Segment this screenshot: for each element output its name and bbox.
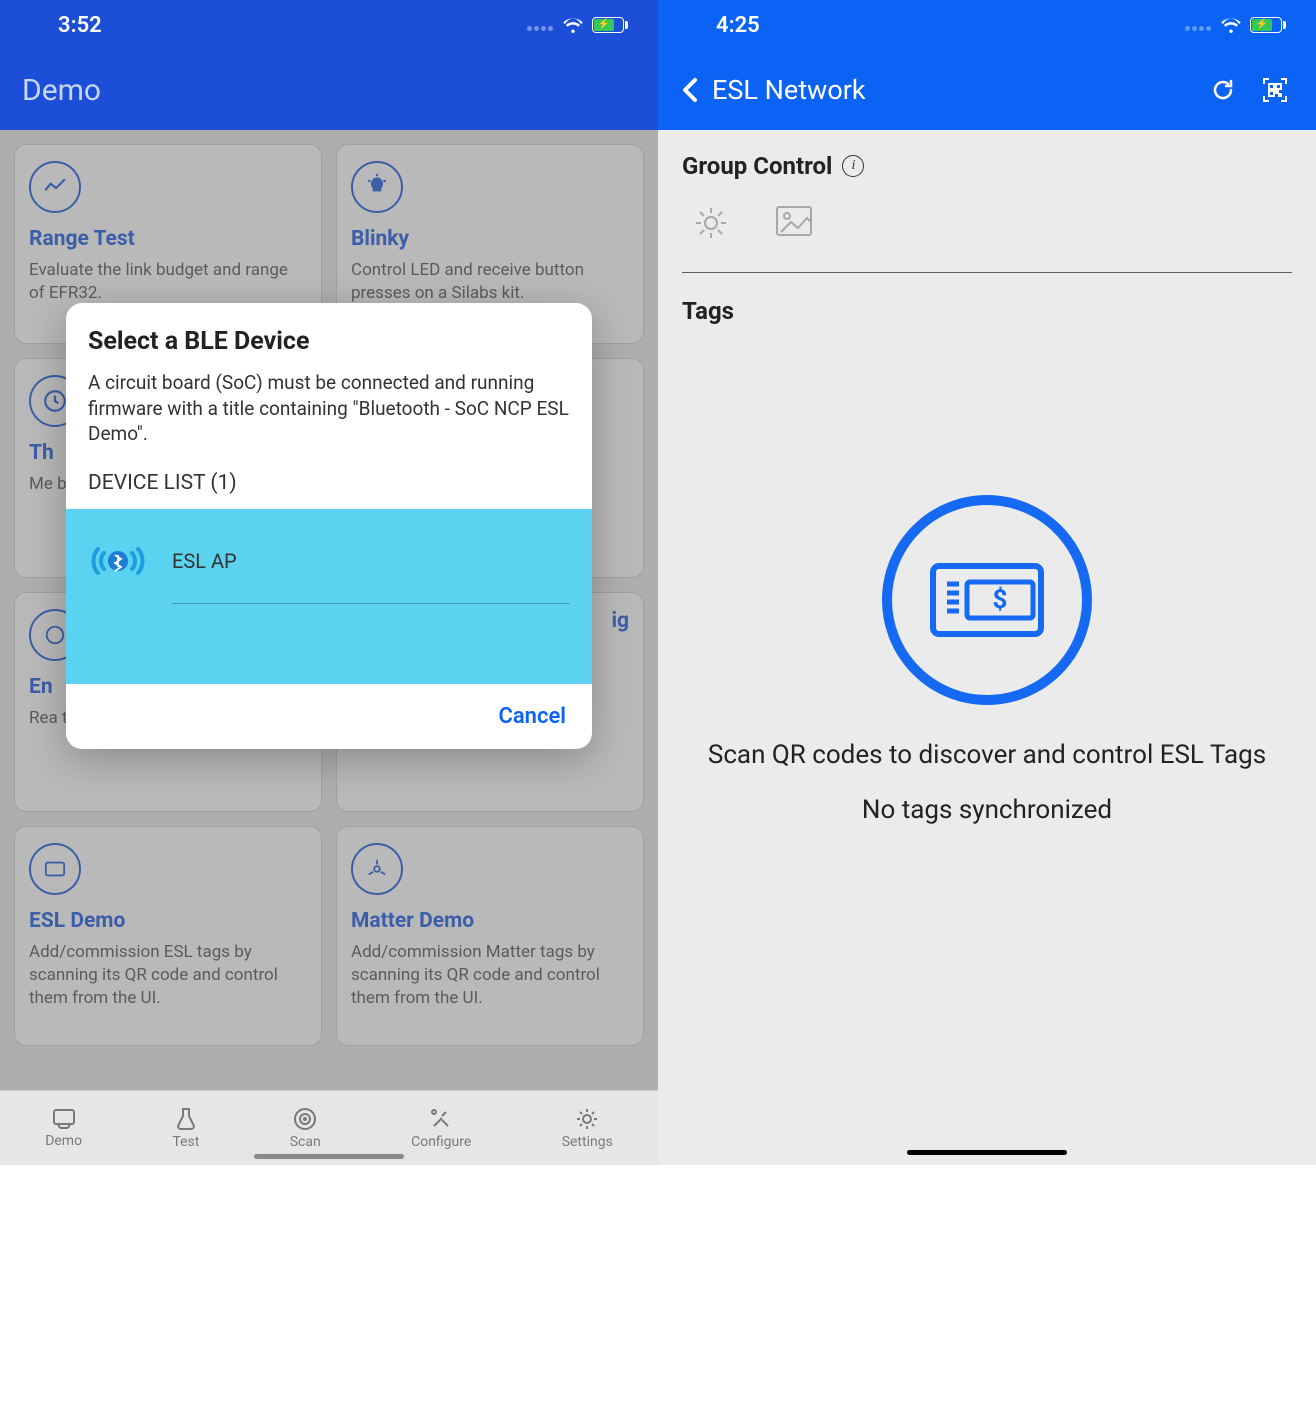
- refresh-button[interactable]: [1206, 73, 1240, 107]
- page-title: Demo: [22, 73, 101, 108]
- home-indicator: [254, 1154, 404, 1159]
- section-divider: [682, 272, 1292, 273]
- bluetooth-broadcast-icon: [88, 539, 148, 583]
- right-header: 4:25 ⚡ ESL Network: [658, 0, 1316, 130]
- device-row[interactable]: ESL AP: [66, 519, 592, 603]
- tab-label: Demo: [45, 1133, 82, 1149]
- tab-demo[interactable]: Demo: [45, 1107, 82, 1149]
- tab-label: Configure: [411, 1134, 471, 1150]
- esl-tag-illustration: $: [882, 495, 1092, 705]
- tab-label: Scan: [290, 1134, 321, 1150]
- signal-dots-icon: [526, 16, 554, 35]
- battery-charging-icon: ⚡: [1250, 17, 1286, 33]
- home-indicator: [907, 1150, 1067, 1155]
- battery-charging-icon: ⚡: [592, 17, 628, 33]
- tab-configure[interactable]: Configure: [411, 1106, 471, 1150]
- left-header: 3:52 ⚡ Demo: [0, 0, 658, 130]
- tags-title: Tags: [682, 297, 1292, 325]
- image-display-button[interactable]: [774, 204, 814, 246]
- wifi-icon: [562, 17, 584, 33]
- group-control-title: Group Control: [682, 152, 832, 180]
- device-list-label: DEVICE LIST (1): [66, 461, 592, 509]
- left-phone-demo: 3:52 ⚡ Demo Range Test: [0, 0, 658, 1165]
- scan-instruction: Scan QR codes to discover and control ES…: [708, 737, 1266, 773]
- sync-status: No tags synchronized: [862, 795, 1112, 825]
- signal-dots-icon: [1184, 16, 1212, 35]
- svg-text:$: $: [993, 585, 1008, 615]
- info-icon[interactable]: i: [842, 155, 864, 177]
- qr-scan-button[interactable]: [1258, 73, 1292, 107]
- modal-description: A circuit board (SoC) must be connected …: [88, 370, 570, 447]
- tab-settings[interactable]: Settings: [562, 1106, 613, 1150]
- right-body: Group Control i Tags: [658, 130, 1316, 847]
- right-phone-esl-network: 4:25 ⚡ ESL Network: [658, 0, 1316, 1165]
- tab-scan[interactable]: Scan: [290, 1106, 321, 1150]
- empty-state: $ Scan QR codes to discover and control …: [682, 325, 1292, 825]
- modal-title: Select a BLE Device: [88, 327, 570, 356]
- ble-select-modal: Select a BLE Device A circuit board (SoC…: [66, 303, 592, 749]
- status-time: 3:52: [58, 13, 102, 38]
- nav-title: ESL Network: [712, 74, 1206, 106]
- status-bar-right: 4:25 ⚡: [658, 0, 1316, 50]
- tab-label: Test: [172, 1134, 199, 1150]
- tab-label: Settings: [562, 1134, 613, 1150]
- cancel-button[interactable]: Cancel: [498, 704, 566, 729]
- wifi-icon: [1220, 17, 1242, 33]
- device-name: ESL AP: [172, 549, 237, 573]
- status-time: 4:25: [716, 13, 760, 38]
- back-button[interactable]: [668, 76, 712, 104]
- tab-test[interactable]: Test: [172, 1106, 199, 1150]
- led-brightness-button[interactable]: [692, 204, 730, 246]
- status-bar-left: 3:52 ⚡: [0, 0, 658, 50]
